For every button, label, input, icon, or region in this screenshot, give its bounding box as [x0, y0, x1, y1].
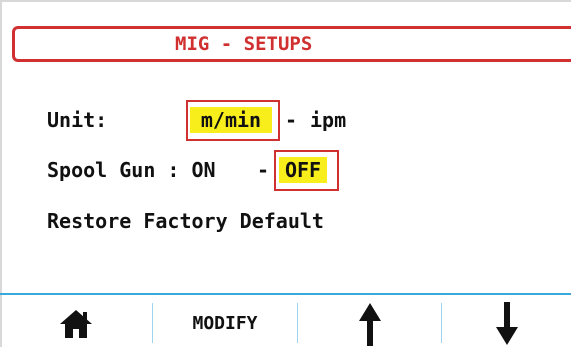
unit-option-ipm[interactable]: ipm [310, 107, 346, 133]
modify-button[interactable]: MODIFY [153, 300, 297, 347]
restore-factory-default[interactable]: Restore Factory Default [47, 208, 324, 234]
modify-label: MODIFY [192, 313, 258, 334]
screen-frame-top [0, 0, 571, 2]
down-button[interactable] [442, 300, 571, 347]
up-button[interactable] [298, 300, 441, 347]
unit-selection-box [186, 100, 280, 141]
footer-divider [0, 293, 571, 295]
home-button[interactable] [0, 300, 152, 347]
mig-setups-screen: MIG - SETUPS Unit: m/min - ipm Spool Gun… [0, 0, 571, 347]
arrow-down-icon [495, 301, 518, 345]
spool-gun-selection-box [274, 150, 339, 191]
arrow-up-icon [358, 302, 381, 346]
page-title: MIG - SETUPS [175, 33, 313, 55]
unit-separator: - [285, 108, 298, 132]
home-icon [60, 309, 92, 338]
unit-label: Unit: [47, 108, 108, 132]
spool-gun-label[interactable]: Spool Gun : ON [47, 157, 216, 183]
spool-gun-separator: - [257, 158, 270, 182]
